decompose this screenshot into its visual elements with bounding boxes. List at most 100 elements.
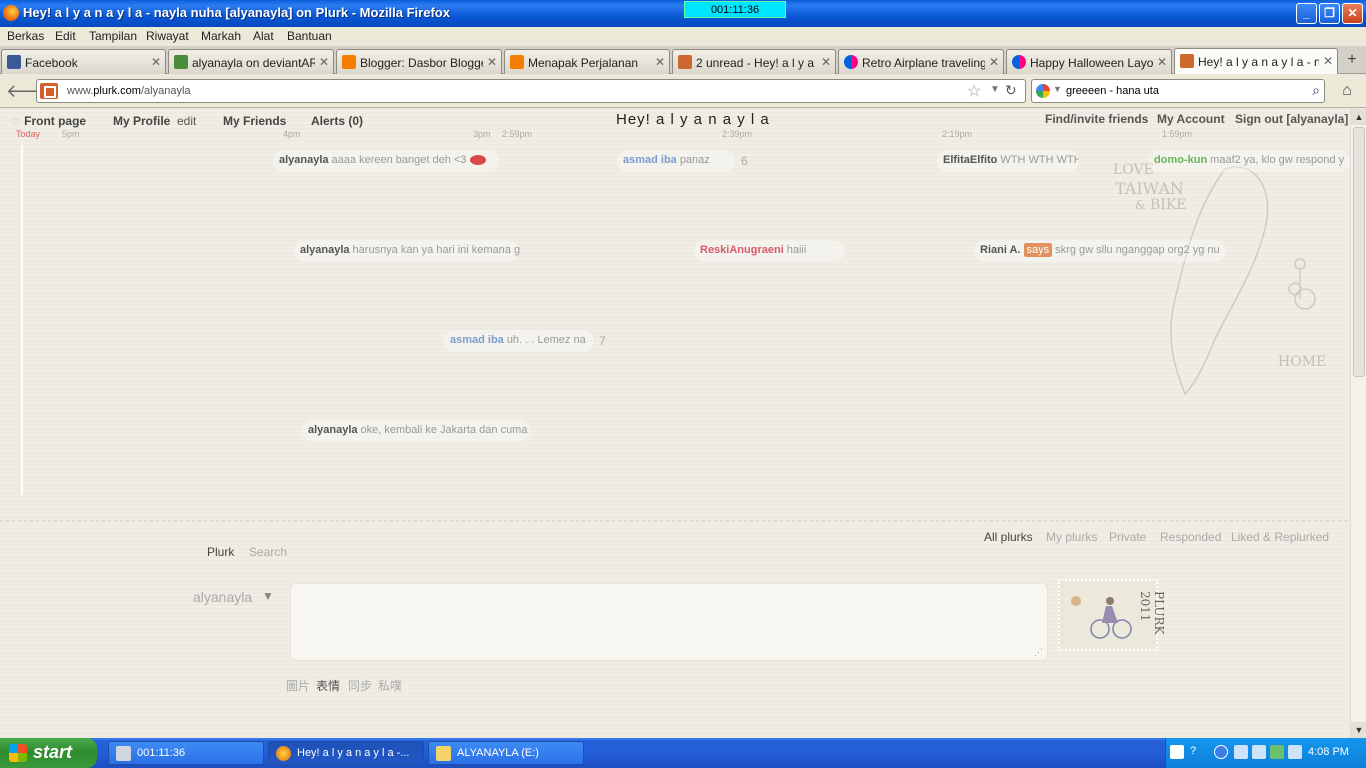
plurk-item[interactable]: Riani A. says skrg gw sllu nganggap org2 y… [974,240,1226,262]
menu-edit[interactable]: Edit [55,29,76,43]
scroll-up-icon[interactable]: ▲ [1351,109,1366,125]
menu-markah[interactable]: Markah [201,29,241,43]
plurk-author[interactable]: alyanayla [308,424,358,436]
filter-my-plurks[interactable]: My plurks [1046,530,1097,544]
close-window-button[interactable]: ✕ [1342,3,1363,24]
alerts-link[interactable]: Alerts (0) [311,114,363,128]
plurk-site-icon [40,83,58,99]
qualifier-dropdown-icon[interactable]: ▼ [262,589,274,603]
option-image[interactable]: 圖片 [286,677,310,694]
close-tab-icon[interactable]: ✕ [487,55,497,69]
find-friends-link[interactable]: Find/invite friends [1045,112,1148,126]
response-count[interactable]: 7 [599,334,606,348]
timeline-label: 3pm [473,129,491,139]
hidden-icons-icon[interactable]: ? [1190,745,1204,759]
close-tab-icon[interactable]: ✕ [655,55,665,69]
close-tab-icon[interactable]: ✕ [1157,55,1167,69]
tab-menapak-perjalanan[interactable]: Menapak Perjalanan ✕ [504,49,670,74]
close-tab-icon[interactable]: ✕ [1323,54,1333,68]
page-scrollbar[interactable]: ▲ ▼ [1350,109,1366,738]
plurk-author[interactable]: asmad iba [450,334,504,346]
filter-responded[interactable]: Responded [1160,530,1221,544]
timeline-label: 2:59pm [502,129,533,139]
plurk-item[interactable]: asmad iba panaz [617,150,735,172]
volume-icon[interactable] [1288,745,1302,759]
show-hidden-icon[interactable] [1214,745,1228,759]
plurk-author[interactable]: asmad iba [623,154,677,166]
menu-riwayat[interactable]: Riwayat [146,29,189,43]
edit-profile-link[interactable]: edit [177,114,196,128]
search-input[interactable] [1066,83,1296,99]
security-icon[interactable] [1270,745,1284,759]
scroll-thumb[interactable] [1353,127,1365,377]
resize-grip-icon[interactable]: ⋰ [1034,647,1043,658]
response-count[interactable]: 6 [741,154,748,168]
close-tab-icon[interactable]: ✕ [319,55,329,69]
sign-out-link[interactable]: Sign out [alyanayla] [1235,112,1348,126]
taskbar-item-timer[interactable]: 001:11:36 [108,741,264,765]
start-button[interactable]: start [0,738,97,768]
search-bar[interactable]: ▼ ⌕ [1031,79,1325,103]
url-bar[interactable]: www.plurk.com/alyanayla ☆ ▼ ↻ [36,79,1026,103]
menu-alat[interactable]: Alat [253,29,274,43]
back-button[interactable]: 🡐 [6,79,54,103]
plurk-author[interactable]: Riani A. [980,244,1021,256]
chevron-down-icon[interactable]: ▼ [1053,84,1062,94]
help-icon[interactable] [1170,745,1184,759]
my-friends-link[interactable]: My Friends [223,114,286,128]
tab-deviantart[interactable]: alyanayla on deviantART ✕ [168,49,334,74]
plurk-author[interactable]: ReskiAnugraeni [700,244,784,256]
my-account-link[interactable]: My Account [1157,112,1225,126]
minimize-button[interactable]: _ [1296,3,1317,24]
plurk-stamp-button[interactable]: PLURK 2011 [1058,579,1166,651]
plurk-composer-input[interactable]: ⋰ [290,583,1048,661]
plurk-item[interactable]: alyanayla harusnya kan ya hari ini kemana… [294,240,520,262]
history-dropdown-icon[interactable]: ▼ [990,84,1000,95]
taskbar-item-firefox[interactable]: Hey! a l y a n a y l a -... [268,741,424,765]
plurk-item[interactable]: asmad iba uh. . . Lemez na [444,330,594,352]
plurk-author[interactable]: alyanayla [279,154,329,166]
tab-plurk-unread[interactable]: 2 unread - Hey! a l y a ... ✕ [672,49,836,74]
option-emoticons[interactable]: 表情 [316,677,340,694]
front-page-link[interactable]: ☆ Front page [10,114,86,128]
plurk-author[interactable]: domo-kun [1154,154,1207,166]
menu-berkas[interactable]: Berkas [7,29,44,43]
plurk-author[interactable]: ElfitaElfito [943,154,997,166]
home-button[interactable]: ⌂ [1334,79,1360,103]
menu-bantuan[interactable]: Bantuan [287,29,332,43]
close-tab-icon[interactable]: ✕ [821,55,831,69]
scroll-down-icon[interactable]: ▼ [1351,722,1366,738]
search-icon[interactable]: ⌕ [1312,82,1320,99]
menu-tampilan[interactable]: Tampilan [89,29,137,43]
network-icon[interactable] [1252,745,1266,759]
filter-liked-replurked[interactable]: Liked & Replurked [1231,530,1329,544]
tab-retro-airplane[interactable]: Retro Airplane traveling... ✕ [838,49,1004,74]
bookmark-star-icon[interactable]: ☆ [967,81,981,101]
tab-happy-halloween[interactable]: Happy Halloween Layou... ✕ [1006,49,1172,74]
option-private[interactable]: 私噗 [378,677,402,694]
plurk-item[interactable]: ReskiAnugraeni haiii [694,240,844,262]
plurk-item[interactable]: alyanayla oke, kembali ke Jakarta dan cum… [302,420,530,442]
timeline-label: 1:59pm [1162,129,1193,139]
new-tab-button[interactable]: + [1341,49,1363,73]
close-tab-icon[interactable]: ✕ [989,55,999,69]
filter-private[interactable]: Private [1109,530,1146,544]
network-icon[interactable] [1234,745,1248,759]
option-sync[interactable]: 同步 [348,677,372,694]
plurk-author[interactable]: alyanayla [300,244,350,256]
google-icon[interactable] [1036,84,1050,98]
plurk-item[interactable]: ElfitaElfito WTH WTH WTH [937,150,1079,172]
taskbar-item-folder[interactable]: ALYANAYLA (E:) [428,741,584,765]
reload-icon[interactable]: ↻ [1005,82,1017,99]
tab-plurk-active[interactable]: Hey! a l y a n a y l a - n... ✕ [1174,48,1338,75]
restore-button[interactable]: ❐ [1319,3,1340,24]
plurk-item[interactable]: alyanayla aaaa kereen banget deh <3 [273,150,499,172]
tab-facebook[interactable]: Facebook ✕ [1,49,166,74]
plurk-item[interactable]: domo-kun maaf2 ya, klo gw respond y [1148,150,1350,172]
close-tab-icon[interactable]: ✕ [151,55,161,69]
tab-plurk[interactable]: Plurk [207,545,234,559]
filter-all-plurks[interactable]: All plurks [984,530,1033,544]
my-profile-link[interactable]: My Profile [113,114,170,128]
tab-blogger-dasbor[interactable]: Blogger: Dasbor Blogger ✕ [336,49,502,74]
tab-search[interactable]: Search [249,545,287,559]
